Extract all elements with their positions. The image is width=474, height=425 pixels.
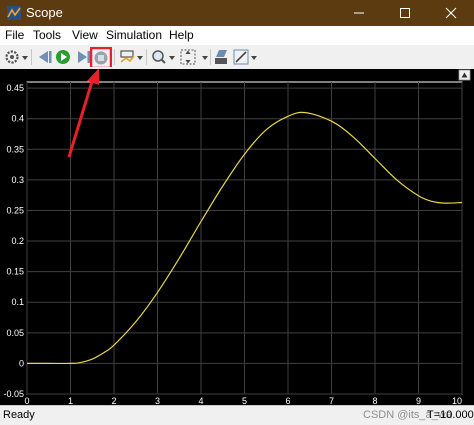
x-tick-label: 5 (242, 396, 247, 405)
scope-app-icon (7, 6, 21, 20)
fit-icon[interactable] (179, 47, 209, 67)
edit-icon[interactable] (232, 47, 258, 67)
x-tick-label: 2 (111, 396, 116, 405)
expand-toggle-icon[interactable] (458, 69, 471, 81)
y-tick-label: 0.4 (11, 114, 24, 124)
x-tick-label: 1 (68, 396, 73, 405)
toolbar-separator (146, 49, 147, 65)
x-tick-label: 0 (24, 396, 29, 405)
minimize-icon (354, 12, 364, 14)
x-tick-label: 7 (329, 396, 334, 405)
close-icon (445, 7, 457, 19)
x-tick-label: 3 (155, 396, 160, 405)
gear-icon[interactable] (3, 47, 29, 67)
x-tick-label: 6 (285, 396, 290, 405)
menu-simulation[interactable]: Simulation (106, 28, 162, 42)
toolbar-separator (210, 49, 211, 65)
x-tick-labels: 0 1 2 3 4 5 6 7 8 9 10 (24, 396, 462, 405)
scope-display[interactable]: -0.05 0 0.05 0.1 0.15 0.2 0.25 0.3 0.35 0.4 0.45 0… (0, 69, 474, 405)
y-tick-labels: -0.05 0 0.05 0.1 0.15 0.2 0.25 0.3 0.35 0.4 0.45 (3, 83, 24, 399)
window-title: Scope (26, 5, 63, 20)
x-tick-label: 10 (452, 396, 462, 405)
menu-view[interactable]: View (72, 28, 98, 42)
y-tick-label: 0.15 (6, 267, 24, 277)
toolbar-separator (31, 49, 32, 65)
step-back-icon[interactable] (36, 47, 54, 67)
y-tick-label: 0.25 (6, 205, 24, 215)
y-tick-label: 0.05 (6, 328, 24, 338)
zoom-icon[interactable] (150, 47, 176, 67)
y-tick-label: -0.05 (3, 389, 24, 399)
y-tick-label: 0.2 (11, 236, 24, 246)
y-tick-label: 0.3 (11, 175, 24, 185)
title-bar: Scope (0, 0, 474, 26)
toolbar (0, 45, 474, 70)
style-icon[interactable] (213, 47, 231, 67)
y-tick-label: 0 (19, 358, 24, 368)
simulation-time: T=10.000 (427, 409, 474, 421)
y-tick-label: 0.45 (6, 83, 24, 93)
menu-help[interactable]: Help (169, 28, 194, 42)
status-text: Ready (3, 409, 35, 421)
minimize-button[interactable] (336, 0, 382, 26)
highlight-icon[interactable] (118, 47, 144, 67)
status-bar: Ready CSDN @its_a_wa T=10.000 (0, 405, 474, 425)
y-tick-label: 0.35 (6, 144, 24, 154)
menu-bar: File Tools View Simulation Help (0, 26, 474, 45)
run-icon[interactable] (55, 47, 73, 67)
x-tick-label: 4 (198, 396, 203, 405)
y-tick-label: 0.1 (11, 297, 24, 307)
close-button[interactable] (428, 0, 474, 26)
stop-icon[interactable] (90, 47, 112, 67)
x-tick-label: 8 (372, 396, 377, 405)
x-tick-label: 9 (416, 396, 421, 405)
maximize-button[interactable] (382, 0, 428, 26)
scope-plot: -0.0500.050.10.150.20.250.30.350.40.45 0… (3, 69, 471, 405)
toolbar-separator (114, 49, 115, 65)
menu-file[interactable]: File (5, 28, 24, 42)
maximize-icon (400, 8, 410, 18)
menu-tools[interactable]: Tools (33, 28, 61, 42)
